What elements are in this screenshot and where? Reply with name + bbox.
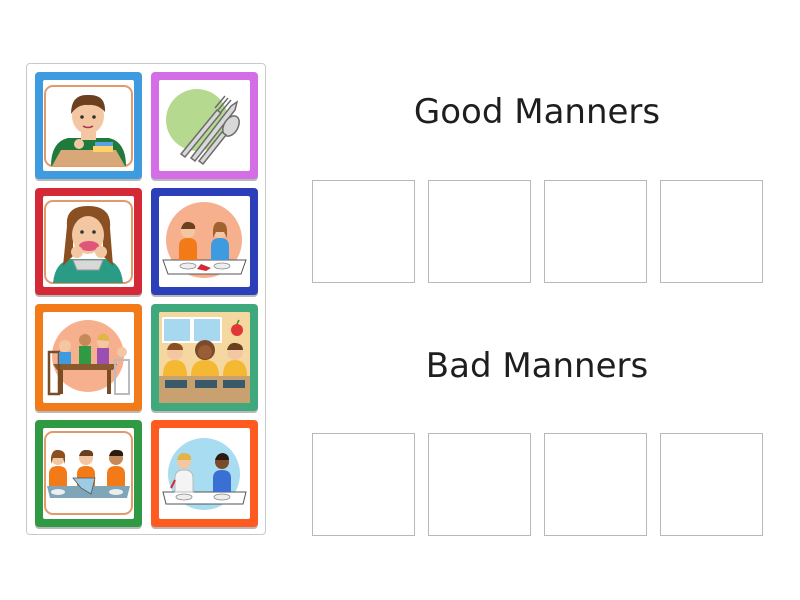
card-cutlery[interactable] bbox=[151, 72, 258, 179]
card-school-cafeteria[interactable] bbox=[151, 304, 258, 411]
card-boy-wiping-mouth[interactable] bbox=[35, 72, 142, 179]
drop-slot-bad-2[interactable] bbox=[428, 433, 531, 536]
drop-slot-good-2[interactable] bbox=[428, 180, 531, 283]
children-at-table-spill-image bbox=[159, 196, 250, 287]
card-tray bbox=[26, 63, 266, 535]
girl-eating-messily-image bbox=[43, 196, 134, 287]
family-dinner-image bbox=[43, 312, 134, 403]
group-title-bad-manners: Bad Manners bbox=[425, 346, 649, 386]
drop-slot-good-1[interactable] bbox=[312, 180, 415, 283]
two-kids-eating-image bbox=[159, 428, 250, 519]
boy-wiping-mouth-image bbox=[43, 80, 134, 171]
card-kids-sharing-food[interactable] bbox=[35, 420, 142, 527]
kids-sharing-food-image bbox=[43, 428, 134, 519]
drop-slot-bad-3[interactable] bbox=[544, 433, 647, 536]
drop-slot-bad-1[interactable] bbox=[312, 433, 415, 536]
group-title-good-manners: Good Manners bbox=[413, 92, 661, 132]
cutlery-image bbox=[159, 80, 250, 171]
school-cafeteria-image bbox=[159, 312, 250, 403]
drop-slot-bad-4[interactable] bbox=[660, 433, 763, 536]
card-girl-eating-messily[interactable] bbox=[35, 188, 142, 295]
drop-slot-good-4[interactable] bbox=[660, 180, 763, 283]
card-family-dinner[interactable] bbox=[35, 304, 142, 411]
drop-slot-good-3[interactable] bbox=[544, 180, 647, 283]
card-children-at-table-spill[interactable] bbox=[151, 188, 258, 295]
card-two-kids-eating[interactable] bbox=[151, 420, 258, 527]
